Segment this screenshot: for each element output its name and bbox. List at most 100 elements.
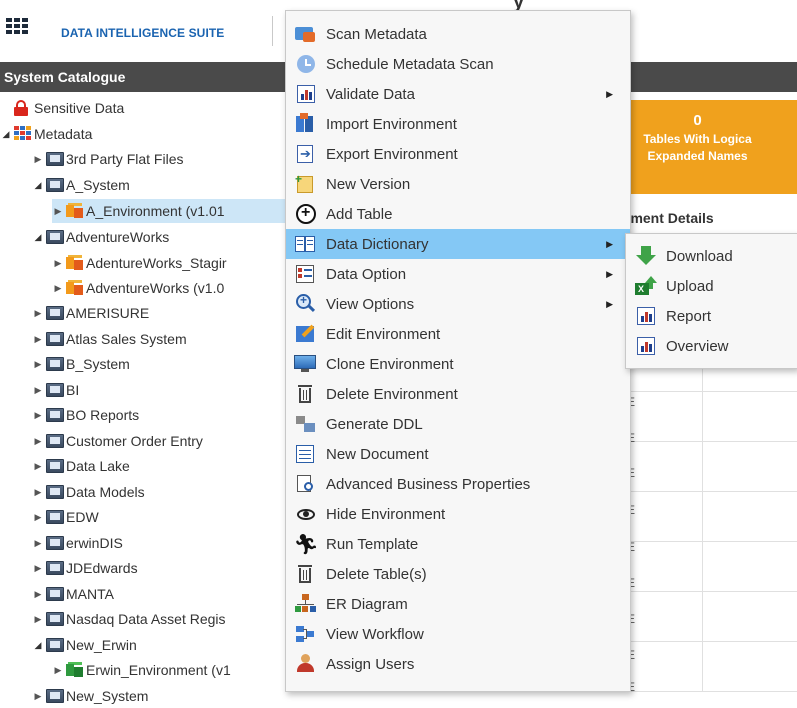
er-diagram-icon [292, 593, 320, 615]
tree-item-sensitive-data[interactable]: Sensitive Data [12, 96, 124, 120]
collapse-arrow-icon[interactable]: ▶ [32, 436, 44, 447]
trash-icon [292, 383, 320, 405]
collapse-arrow-icon[interactable]: ▶ [32, 410, 44, 421]
menu-item-run-template[interactable]: 🏃︎ Run Template [286, 529, 630, 559]
menu-item-edit-environment[interactable]: Edit Environment [286, 319, 630, 349]
tree-item-system[interactable]: ▶ New_System [32, 684, 149, 708]
collapse-arrow-icon[interactable]: ▶ [32, 308, 44, 319]
collapse-arrow-icon[interactable]: ▶ [32, 334, 44, 345]
export-icon: ➔ [292, 143, 320, 165]
trash-icon [292, 563, 320, 585]
tree-item-system[interactable]: ▶ Customer Order Entry [32, 429, 203, 453]
tree-item-environment-selected[interactable]: ▶ A_Environment (v1.01 [52, 199, 286, 223]
expand-arrow-icon[interactable]: ◢ [32, 232, 44, 243]
metadata-grid-icon [14, 126, 32, 142]
menu-item-new-version[interactable]: + New Version [286, 169, 630, 199]
system-icon [46, 357, 64, 371]
expand-arrow-icon[interactable]: ◢ [0, 129, 12, 140]
menu-item-export-environment[interactable]: ➔ Export Environment [286, 139, 630, 169]
collapse-arrow-icon[interactable]: ▶ [52, 206, 64, 217]
menu-item-view-options[interactable]: + View Options ▶ [286, 289, 630, 319]
menu-item-clone-environment[interactable]: Clone Environment [286, 349, 630, 379]
tree-item-label: Data Models [66, 484, 145, 500]
menu-item-generate-ddl[interactable]: Generate DDL [286, 409, 630, 439]
collapse-arrow-icon[interactable]: ▶ [32, 589, 44, 600]
tree-item-system[interactable]: ▶ AMERISURE [32, 301, 150, 325]
menu-item-data-dictionary[interactable]: Data Dictionary ▶ [286, 229, 630, 259]
lock-icon [14, 100, 28, 116]
tree-item-system[interactable]: ▶ Nasdaq Data Asset Regis [32, 607, 226, 631]
collapse-arrow-icon[interactable]: ▶ [32, 461, 44, 472]
monitor-icon [292, 353, 320, 375]
collapse-arrow-icon[interactable]: ▶ [52, 665, 64, 676]
menu-item-label: Delete Environment [326, 385, 458, 403]
data-option-icon [292, 263, 320, 285]
tree-item-system[interactable]: ▶ Data Lake [32, 454, 130, 478]
tree-item-system[interactable]: ▶ MANTA [32, 582, 114, 606]
submenu-item-download[interactable]: Download [626, 241, 797, 271]
tree-item-system[interactable]: ◢ AdventureWorks [32, 225, 170, 249]
tree-item-system[interactable]: ◢ New_Erwin [32, 633, 137, 657]
tree-item-label: New_System [66, 688, 149, 704]
menu-item-add-table[interactable]: + Add Table [286, 199, 630, 229]
tree-item-system[interactable]: ▶ erwinDIS [32, 531, 123, 555]
collapse-arrow-icon[interactable]: ▶ [32, 563, 44, 574]
system-icon [46, 510, 64, 524]
tree-item-system[interactable]: ▶ 3rd Party Flat Files [32, 147, 184, 171]
tree-item-environment[interactable]: ▶ AdentureWorks_Stagir [52, 251, 227, 275]
menu-item-validate-data[interactable]: Validate Data ▶ [286, 79, 630, 109]
overview-chart-icon [632, 335, 660, 357]
system-icon [46, 612, 64, 626]
collapse-arrow-icon[interactable]: ▶ [32, 359, 44, 370]
tree-item-system[interactable]: ▶ BI [32, 378, 80, 402]
tree-item-system[interactable]: ▶ B_System [32, 352, 130, 376]
menu-item-data-option[interactable]: Data Option ▶ [286, 259, 630, 289]
app-grid-icon[interactable] [6, 18, 30, 36]
collapse-arrow-icon[interactable]: ▶ [32, 487, 44, 498]
collapse-arrow-icon[interactable]: ▶ [52, 258, 64, 269]
app-title[interactable]: DATA INTELLIGENCE SUITE [61, 26, 224, 40]
menu-item-schedule-metadata-scan[interactable]: Schedule Metadata Scan [286, 49, 630, 79]
menu-item-label: Data Option [326, 265, 407, 283]
submenu-item-report[interactable]: Report [626, 301, 797, 331]
tree-item-environment[interactable]: ▶ AdventureWorks (v1.0 [52, 276, 224, 300]
tree-item-system[interactable]: ▶ JDEdwards [32, 556, 138, 580]
tree-item-metadata[interactable]: ◢ Metadata [3, 122, 92, 146]
menu-item-delete-tables[interactable]: Delete Table(s) [286, 559, 630, 589]
title-divider [272, 16, 273, 46]
collapse-arrow-icon[interactable]: ▶ [32, 154, 44, 165]
menu-item-new-document[interactable]: New Document [286, 439, 630, 469]
tree-item-environment[interactable]: ▶ Erwin_Environment (v1 [52, 658, 231, 682]
collapse-arrow-icon[interactable]: ▶ [32, 691, 44, 702]
menu-item-hide-environment[interactable]: Hide Environment [286, 499, 630, 529]
collapse-arrow-icon[interactable]: ▶ [32, 385, 44, 396]
tree-item-system[interactable]: ▶ Data Models [32, 480, 145, 504]
expand-arrow-icon[interactable]: ◢ [32, 180, 44, 191]
ddl-icon [292, 413, 320, 435]
menu-item-er-diagram[interactable]: ER Diagram [286, 589, 630, 619]
tree-item-system[interactable]: ◢ A_System [32, 173, 130, 197]
collapse-arrow-icon[interactable]: ▶ [52, 283, 64, 294]
menu-item-view-workflow[interactable]: View Workflow [286, 619, 630, 649]
tree-item-system[interactable]: ▶ BO Reports [32, 403, 140, 427]
submenu-item-upload[interactable]: X Upload [626, 271, 797, 301]
collapse-arrow-icon[interactable]: ▶ [32, 512, 44, 523]
menu-item-label: ER Diagram [326, 595, 408, 613]
menu-item-assign-users[interactable]: Assign Users [286, 649, 630, 679]
menu-item-label: Add Table [326, 205, 393, 223]
properties-icon [292, 473, 320, 495]
menu-item-label: Assign Users [326, 655, 415, 673]
menu-item-import-environment[interactable]: Import Environment [286, 109, 630, 139]
menu-item-scan-metadata[interactable]: Scan Metadata [286, 19, 630, 49]
tree-item-label: JDEdwards [66, 560, 138, 576]
collapse-arrow-icon[interactable]: ▶ [32, 538, 44, 549]
menu-item-advanced-business-properties[interactable]: Advanced Business Properties [286, 469, 630, 499]
tree-item-system[interactable]: ▶ Atlas Sales System [32, 327, 187, 351]
submenu-item-overview[interactable]: Overview [626, 331, 797, 361]
menu-item-label: Clone Environment [326, 355, 454, 373]
menu-item-delete-environment[interactable]: Delete Environment [286, 379, 630, 409]
collapse-arrow-icon[interactable]: ▶ [32, 614, 44, 625]
tree-item-label: A_Environment (v1.01 [86, 203, 225, 219]
expand-arrow-icon[interactable]: ◢ [32, 640, 44, 651]
tree-item-system[interactable]: ▶ EDW [32, 505, 99, 529]
